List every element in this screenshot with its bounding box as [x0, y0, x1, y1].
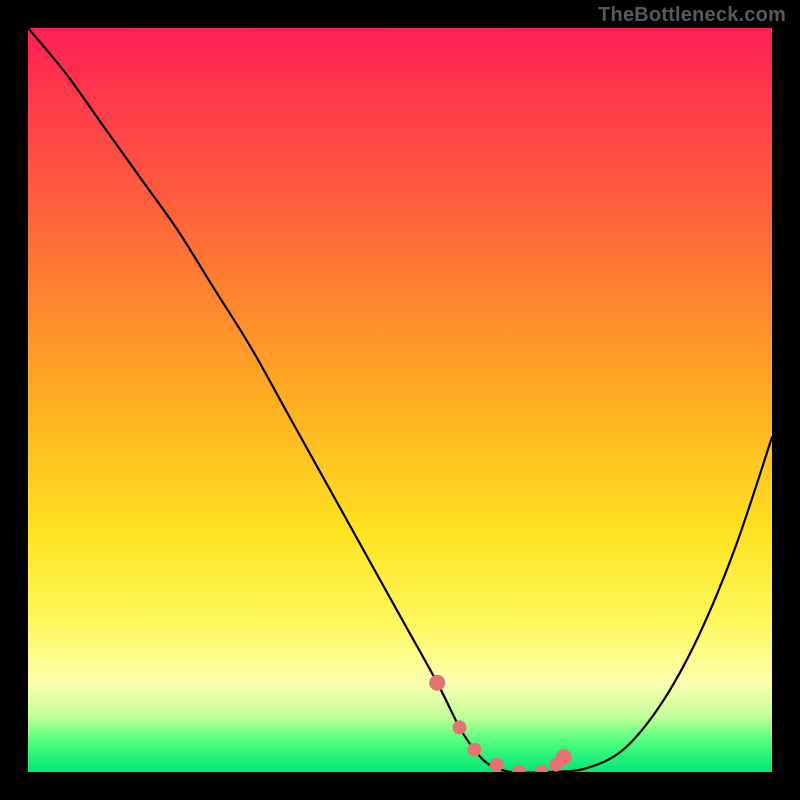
- highlight-dot: [429, 675, 445, 691]
- highlight-dot: [512, 765, 526, 772]
- curve-path: [28, 28, 772, 772]
- attribution-text: TheBottleneck.com: [598, 4, 786, 27]
- chart-plot-area: [28, 28, 772, 772]
- highlight-dot: [534, 765, 548, 772]
- bottleneck-curve: [28, 28, 772, 772]
- highlight-markers: [429, 675, 572, 772]
- highlight-dot: [490, 758, 504, 772]
- highlight-dot: [453, 720, 467, 734]
- curve-svg: [28, 28, 772, 772]
- chart-frame: TheBottleneck.com: [0, 0, 800, 800]
- highlight-dot: [556, 749, 572, 765]
- highlight-dot: [467, 743, 481, 757]
